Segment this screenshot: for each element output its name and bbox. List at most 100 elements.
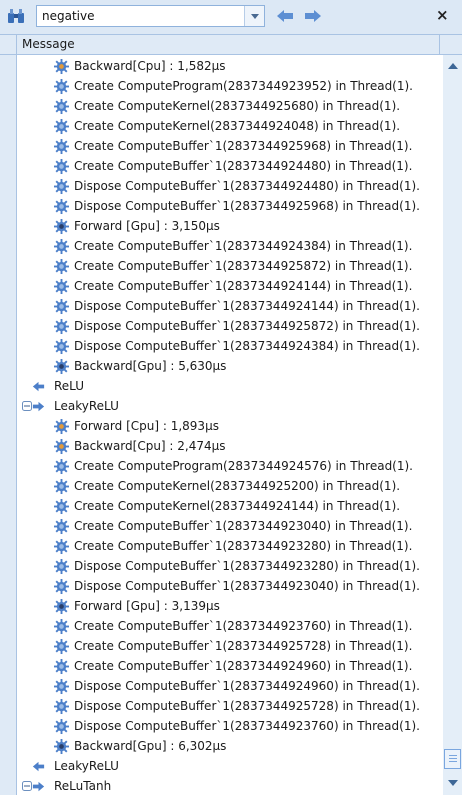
log-entry[interactable]: Forward [Cpu] : 1,893µs [17, 416, 443, 436]
search-combobox[interactable] [36, 5, 265, 27]
gear-icon [54, 199, 69, 214]
arrow-left-icon[interactable] [276, 9, 294, 23]
row-text: Backward[Cpu] : 2,474µs [74, 439, 226, 453]
log-entry[interactable]: Create ComputeKernel(2837344924048) in T… [17, 116, 443, 136]
binoculars-icon[interactable] [7, 8, 25, 24]
row-text: Create ComputeKernel(2837344924048) in T… [74, 119, 401, 133]
log-entry[interactable]: Create ComputeBuffer`1(2837344923280) in… [17, 536, 443, 556]
log-entry[interactable]: Dispose ComputeBuffer`1(2837344924144) i… [17, 296, 443, 316]
gear-icon [54, 79, 69, 94]
arrow-left-icon [31, 759, 46, 774]
gear-icon [54, 639, 69, 654]
log-entry[interactable]: Dispose ComputeBuffer`1(2837344923280) i… [17, 556, 443, 576]
log-entry[interactable]: Forward [Gpu] : 3,139µs [17, 596, 443, 616]
chevron-down-icon [250, 13, 259, 19]
log-entry[interactable]: Backward[Cpu] : 1,582µs [17, 56, 443, 76]
message-tree: Backward[Cpu] : 1,582µs Create ComputePro… [17, 55, 443, 795]
log-entry[interactable]: Create ComputeBuffer`1(2837344923040) in… [17, 516, 443, 536]
log-entry[interactable]: Create ComputeProgram(2837344923952) in … [17, 76, 443, 96]
search-input[interactable] [37, 6, 242, 26]
row-text: Create ComputeBuffer`1(2837344924960) in… [74, 659, 413, 673]
scrollbar-thumb[interactable] [444, 749, 461, 769]
gear-gpu-icon [54, 739, 69, 754]
scroll-up-icon[interactable] [448, 63, 458, 69]
gear-icon [54, 179, 69, 194]
row-text: Dispose ComputeBuffer`1(2837344924384) i… [74, 339, 420, 353]
row-text: Create ComputeBuffer`1(2837344923280) in… [74, 539, 413, 553]
row-text: Dispose ComputeBuffer`1(2837344924960) i… [74, 679, 420, 693]
log-entry[interactable]: Dispose ComputeBuffer`1(2837344924960) i… [17, 676, 443, 696]
gear-icon [54, 299, 69, 314]
log-entry[interactable]: Create ComputeProgram(2837344924576) in … [17, 456, 443, 476]
log-entry[interactable]: Create ComputeBuffer`1(2837344924960) in… [17, 656, 443, 676]
row-text: Forward [Cpu] : 1,893µs [74, 419, 219, 433]
log-entry[interactable]: Create ComputeBuffer`1(2837344924480) in… [17, 156, 443, 176]
close-button[interactable]: × [436, 6, 449, 24]
row-text: Create ComputeKernel(2837344925680) in T… [74, 99, 401, 113]
column-header-row: Message [0, 34, 462, 55]
scroll-down-icon[interactable] [448, 780, 458, 786]
tree-node[interactable]: LeakyReLU [17, 756, 443, 776]
log-entry[interactable]: Create ComputeKernel(2837344925200) in T… [17, 476, 443, 496]
arrow-left-icon [31, 379, 46, 394]
tree-node[interactable]: ReLuTanh [17, 776, 443, 795]
row-text: LeakyReLU [54, 399, 119, 413]
log-entry[interactable]: Create ComputeKernel(2837344925680) in T… [17, 96, 443, 116]
arrow-right-icon[interactable] [304, 9, 322, 23]
log-entry[interactable]: Backward[Cpu] : 2,474µs [17, 436, 443, 456]
search-dropdown-button[interactable] [244, 6, 264, 26]
log-entry[interactable]: Create ComputeBuffer`1(2837344925968) in… [17, 136, 443, 156]
gear-cpu-icon [54, 439, 69, 454]
row-text: Create ComputeBuffer`1(2837344925968) in… [74, 139, 413, 153]
log-entry[interactable]: Dispose ComputeBuffer`1(2837344925872) i… [17, 316, 443, 336]
log-entry[interactable]: Dispose ComputeBuffer`1(2837344923760) i… [17, 716, 443, 736]
tree-node[interactable]: LeakyReLU [17, 396, 443, 416]
row-text: Create ComputeBuffer`1(2837344924384) in… [74, 239, 413, 253]
row-text: Create ComputeProgram(2837344924576) in … [74, 459, 413, 473]
log-entry[interactable]: Dispose ComputeBuffer`1(2837344924480) i… [17, 176, 443, 196]
gear-icon [54, 319, 69, 334]
gear-icon [54, 119, 69, 134]
tree-node[interactable]: ReLU [17, 376, 443, 396]
gear-icon [54, 279, 69, 294]
gear-icon [54, 159, 69, 174]
row-text: Create ComputeBuffer`1(2837344925728) in… [74, 639, 413, 653]
arrow-right-icon [31, 399, 46, 414]
log-entry[interactable]: Create ComputeBuffer`1(2837344925872) in… [17, 256, 443, 276]
gear-gpu-icon [54, 599, 69, 614]
log-entry[interactable]: Backward[Gpu] : 6,302µs [17, 736, 443, 756]
log-entry[interactable]: Backward[Gpu] : 5,630µs [17, 356, 443, 376]
row-text: Create ComputeBuffer`1(2837344923760) in… [74, 619, 413, 633]
row-text: Create ComputeBuffer`1(2837344924144) in… [74, 279, 413, 293]
log-entry[interactable]: Create ComputeBuffer`1(2837344925728) in… [17, 636, 443, 656]
log-entry[interactable]: Dispose ComputeBuffer`1(2837344925728) i… [17, 696, 443, 716]
gear-icon [54, 559, 69, 574]
arrow-right-icon [31, 779, 46, 794]
log-entry[interactable]: Create ComputeBuffer`1(2837344923760) in… [17, 616, 443, 636]
gear-icon [54, 719, 69, 734]
log-entry[interactable]: Create ComputeBuffer`1(2837344924384) in… [17, 236, 443, 256]
gear-icon [54, 679, 69, 694]
log-entry[interactable]: Create ComputeBuffer`1(2837344924144) in… [17, 276, 443, 296]
row-text: Backward[Cpu] : 1,582µs [74, 59, 226, 73]
log-entry[interactable]: Create ComputeKernel(2837344924144) in T… [17, 496, 443, 516]
log-entry[interactable]: Dispose ComputeBuffer`1(2837344924384) i… [17, 336, 443, 356]
row-text: Dispose ComputeBuffer`1(2837344924480) i… [74, 179, 420, 193]
row-text: Dispose ComputeBuffer`1(2837344923760) i… [74, 719, 420, 733]
row-text: Dispose ComputeBuffer`1(2837344925728) i… [74, 699, 420, 713]
row-gutter [0, 55, 17, 795]
gear-icon [54, 519, 69, 534]
gear-icon [54, 579, 69, 594]
gear-icon [54, 99, 69, 114]
row-text: Dispose ComputeBuffer`1(2837344923040) i… [74, 579, 420, 593]
log-entry[interactable]: Forward [Gpu] : 3,150µs [17, 216, 443, 236]
column-header-message[interactable]: Message [16, 35, 440, 54]
vertical-scrollbar[interactable] [443, 55, 462, 795]
gear-icon [54, 499, 69, 514]
row-text: Backward[Gpu] : 6,302µs [74, 739, 227, 753]
log-entry[interactable]: Dispose ComputeBuffer`1(2837344925968) i… [17, 196, 443, 216]
log-entry[interactable]: Dispose ComputeBuffer`1(2837344923040) i… [17, 576, 443, 596]
row-text: ReLuTanh [54, 779, 112, 793]
row-text: Create ComputeProgram(2837344923952) in … [74, 79, 413, 93]
row-text: LeakyReLU [54, 759, 119, 773]
